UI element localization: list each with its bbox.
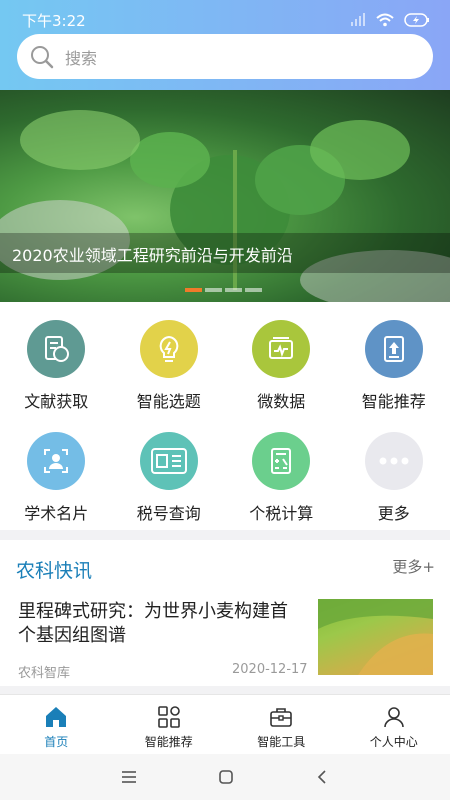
banner-caption: 2020农业领域工程研究前沿与开发前沿 xyxy=(12,246,293,265)
feature-label: 文献获取 xyxy=(24,392,89,411)
tab-home[interactable]: 首页 xyxy=(0,695,113,754)
tab-personal-center[interactable]: 个人中心 xyxy=(338,695,450,754)
search-icon xyxy=(31,45,54,68)
feature-label: 智能推荐 xyxy=(361,392,426,411)
menu-icon[interactable] xyxy=(120,770,138,784)
recommend-icon xyxy=(364,320,423,378)
status-icons xyxy=(350,13,430,27)
tax-icon xyxy=(139,432,198,490)
home-square-icon[interactable] xyxy=(218,769,234,785)
feature-label: 微数据 xyxy=(257,392,306,411)
scholar-card-icon xyxy=(27,432,86,490)
feature-scholar-card[interactable]: 学术名片 xyxy=(0,432,113,524)
back-icon[interactable] xyxy=(314,769,330,785)
grid-icon xyxy=(157,706,180,728)
more-icon xyxy=(364,432,423,490)
carousel-indicator xyxy=(185,288,262,292)
search-placeholder: 搜索 xyxy=(65,48,98,68)
feature-literature[interactable]: 文献获取 xyxy=(0,320,113,412)
home-icon xyxy=(46,707,67,727)
feature-label: 个税计算 xyxy=(249,504,314,523)
feature-more[interactable]: 更多 xyxy=(338,432,450,524)
news-section-title: 农科快讯 xyxy=(16,560,93,582)
feature-micro-data[interactable]: 微数据 xyxy=(225,320,338,412)
feature-label: 智能选题 xyxy=(136,392,201,411)
feature-panel: 文献获取 智能选题 微数据 智能推荐 学术名片 税号查询 个税计算 更多 xyxy=(0,302,450,530)
toolbox-icon xyxy=(270,708,293,727)
carousel-dot xyxy=(225,288,242,292)
news-more-link[interactable]: 更多+ xyxy=(392,556,435,577)
user-icon xyxy=(383,707,404,728)
feature-tax-calculator[interactable]: 个税计算 xyxy=(225,432,338,524)
feature-label: 税号查询 xyxy=(136,504,201,523)
tab-smart-recommend[interactable]: 智能推荐 xyxy=(113,695,226,754)
carousel-dot xyxy=(205,288,222,292)
tab-label: 智能推荐 xyxy=(144,735,193,749)
banner-carousel[interactable]: 2020农业领域工程研究前沿与开发前沿 xyxy=(0,90,450,302)
document-icon xyxy=(27,320,86,378)
news-section: 农科快讯 更多+ 里程碑式研究：为世界小麦构建首个基因组图谱 农科智库 2020… xyxy=(0,540,450,686)
tab-smart-tools[interactable]: 智能工具 xyxy=(225,695,338,754)
news-item-title[interactable]: 里程碑式研究：为世界小麦构建首个基因组图谱 xyxy=(18,600,303,648)
news-item-thumbnail[interactable] xyxy=(318,599,433,675)
lightbulb-icon xyxy=(139,320,198,378)
carousel-dot-active xyxy=(185,288,202,292)
feature-grid: 文献获取 智能选题 微数据 智能推荐 学术名片 税号查询 个税计算 更多 xyxy=(0,320,450,524)
tab-label: 个人中心 xyxy=(369,735,418,749)
feature-tax-lookup[interactable]: 税号查询 xyxy=(113,432,226,524)
news-item-date: 2020-12-17 xyxy=(232,662,308,677)
data-icon xyxy=(252,320,311,378)
wifi-icon xyxy=(376,13,394,27)
top-header: 下午3:22 搜索 xyxy=(0,0,450,90)
system-nav-bar xyxy=(0,754,450,800)
feature-label: 更多 xyxy=(377,504,410,523)
search-bar[interactable]: 搜索 xyxy=(17,34,433,79)
carousel-dot xyxy=(245,288,262,292)
feature-recommend[interactable]: 智能推荐 xyxy=(338,320,450,412)
tab-label: 首页 xyxy=(44,735,69,749)
news-item-source: 农科智库 xyxy=(18,666,71,681)
tab-label: 智能工具 xyxy=(257,735,306,749)
bottom-tab-bar: 首页 智能推荐 智能工具 个人中心 xyxy=(0,694,450,754)
signal-icon xyxy=(351,13,365,26)
feature-label: 学术名片 xyxy=(24,504,89,523)
calculator-icon xyxy=(252,432,311,490)
status-time: 下午3:22 xyxy=(22,11,86,30)
feature-smart-topic[interactable]: 智能选题 xyxy=(113,320,226,412)
battery-icon xyxy=(404,13,429,27)
